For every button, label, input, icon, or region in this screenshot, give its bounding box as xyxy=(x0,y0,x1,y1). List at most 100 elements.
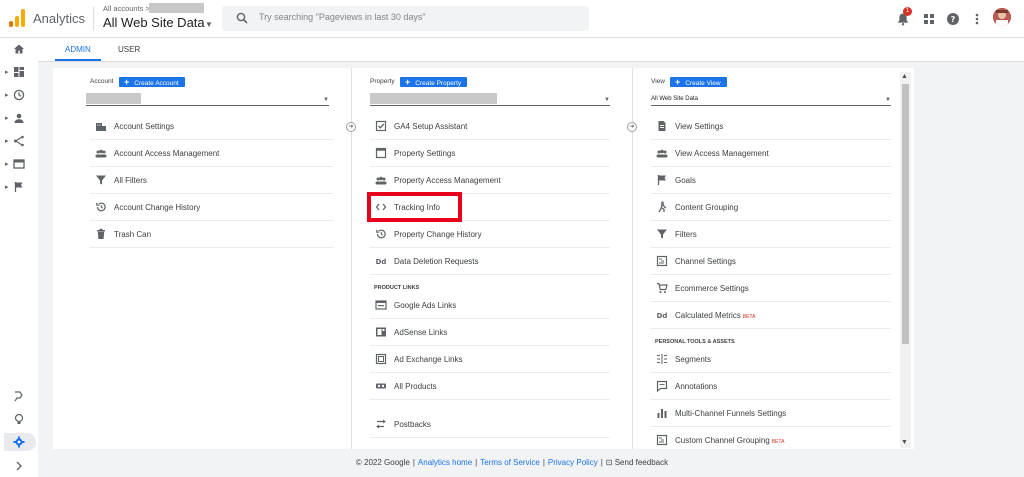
view-label: View xyxy=(651,78,665,85)
ecommerce-settings[interactable]: Ecommerce Settings xyxy=(651,275,891,302)
channel-icon xyxy=(656,255,668,267)
left-nav: ▸ ▸ ▸ ▸ ▸ ▸ xyxy=(0,38,38,477)
ad-exchange-links[interactable]: Ad Exchange Links xyxy=(370,346,610,373)
account-settings[interactable]: Account Settings xyxy=(90,113,333,140)
dropdown-arrow-icon: ▼ xyxy=(323,97,329,103)
multi-channel-funnels-settings[interactable]: Multi-Channel Funnels Settings xyxy=(651,400,891,427)
avatar[interactable] xyxy=(993,8,1011,26)
custom-channel-grouping[interactable]: Custom Channel Grouping BETA xyxy=(651,427,891,449)
trash-can[interactable]: Trash Can xyxy=(90,221,333,248)
filters-label: Filters xyxy=(675,230,697,239)
privacy-link[interactable]: Privacy Policy xyxy=(548,458,598,467)
analytics-home-link[interactable]: Analytics home xyxy=(418,458,472,467)
plus-icon: + xyxy=(405,77,411,87)
analytics-logo[interactable] xyxy=(9,9,25,27)
building-icon xyxy=(96,123,106,131)
apps-grid-icon[interactable] xyxy=(922,12,936,26)
calculated-metrics-text: Calculated Metrics xyxy=(675,311,741,320)
nav-realtime[interactable]: ▸ xyxy=(0,87,38,105)
scrollbar-thumb[interactable] xyxy=(902,84,909,344)
nav-admin[interactable] xyxy=(0,434,38,452)
property-settings-label: Property Settings xyxy=(394,149,456,158)
postbacks[interactable]: Postbacks xyxy=(370,411,610,438)
ad-exchange-links-label: Ad Exchange Links xyxy=(394,355,463,364)
person-icon xyxy=(14,113,24,123)
terms-link[interactable]: Terms of Service xyxy=(480,458,540,467)
send-feedback-link[interactable]: Send feedback xyxy=(615,458,668,467)
nav-home[interactable] xyxy=(0,41,38,59)
search-placeholder: Try searching "Pageviews in last 30 days… xyxy=(259,12,426,22)
nav-acquisition[interactable]: ▸ xyxy=(0,133,38,151)
create-property-button[interactable]: + Create Property xyxy=(400,77,468,87)
view-column: View + Create View All Web Site Data ▼ Vi… xyxy=(633,68,914,449)
nav-audience[interactable]: ▸ xyxy=(0,110,38,128)
all-filters[interactable]: All Filters xyxy=(90,167,333,194)
caret-down-icon[interactable]: ▼ xyxy=(205,20,213,29)
all-products-label: All Products xyxy=(394,382,437,391)
adsense-icon xyxy=(376,327,386,337)
account-change-history[interactable]: Account Change History xyxy=(90,194,333,221)
property-change-history[interactable]: Property Change History xyxy=(370,221,610,248)
search-icon xyxy=(236,12,248,24)
view-access-management[interactable]: View Access Management xyxy=(651,140,891,167)
avatar-image-icon xyxy=(993,8,1011,26)
expand-icon: ▸ xyxy=(5,184,9,191)
search-bar[interactable]: Try searching "Pageviews in last 30 days… xyxy=(222,6,589,31)
tab-user[interactable]: USER xyxy=(118,45,140,54)
custom-channel-grouping-label: Custom Channel Grouping BETA xyxy=(675,436,784,445)
nav-discover[interactable] xyxy=(0,411,38,429)
app-name: Analytics xyxy=(33,11,86,26)
dd-icon: Dd xyxy=(376,258,387,266)
account-access-management[interactable]: Account Access Management xyxy=(90,140,333,167)
tab-admin[interactable]: ADMIN xyxy=(65,45,91,54)
ga4-setup-assistant[interactable]: GA4 Setup Assistant xyxy=(370,113,610,140)
create-account-button[interactable]: + Create Account xyxy=(119,77,185,87)
calculated-metrics[interactable]: Dd Calculated Metrics BETA xyxy=(651,302,891,329)
nav-behavior[interactable]: ▸ xyxy=(0,156,38,174)
dashboard-icon xyxy=(14,67,24,77)
product-links-heading: PRODUCT LINKS xyxy=(374,285,420,291)
account-select[interactable]: ▼ xyxy=(86,93,329,106)
redacted-account-name xyxy=(149,3,204,13)
dd-icon: Dd xyxy=(657,312,668,320)
create-view-button[interactable]: + Create View xyxy=(670,77,727,87)
flag-icon xyxy=(14,182,23,192)
segments[interactable]: Segments xyxy=(651,346,891,373)
more-vert-icon[interactable] xyxy=(970,12,984,26)
view-settings[interactable]: View Settings xyxy=(651,113,891,140)
account-breadcrumb[interactable]: All accounts > xyxy=(103,4,150,13)
view-settings-label: View Settings xyxy=(675,122,724,131)
property-access-management[interactable]: Property Access Management xyxy=(370,167,610,194)
google-ads-links-label: Google Ads Links xyxy=(394,301,457,310)
clock-icon xyxy=(13,89,25,101)
scroll-down-icon[interactable]: ▼ xyxy=(901,439,908,446)
personal-tools-heading: PERSONAL TOOLS & ASSETS xyxy=(655,339,735,345)
home-icon xyxy=(14,44,24,54)
postbacks-label: Postbacks xyxy=(394,420,431,429)
nav-attribution[interactable] xyxy=(0,388,38,406)
goals-label: Goals xyxy=(675,176,696,185)
property-select[interactable]: ▼ xyxy=(370,93,610,106)
property-selector[interactable]: All Web Site Data xyxy=(103,15,205,30)
nav-conversions[interactable]: ▸ xyxy=(0,179,38,197)
filters[interactable]: Filters xyxy=(651,221,891,248)
content-grouping[interactable]: Content Grouping xyxy=(651,194,891,221)
all-products[interactable]: All Products xyxy=(370,373,610,400)
channel-settings[interactable]: Channel Settings xyxy=(651,248,891,275)
nav-customization[interactable]: ▸ xyxy=(0,64,38,82)
shopping-cart-icon xyxy=(657,282,668,293)
google-ads-links[interactable]: Google Ads Links xyxy=(370,292,610,319)
view-select[interactable]: All Web Site Data ▼ xyxy=(651,93,891,106)
adsense-links[interactable]: AdSense Links xyxy=(370,319,610,346)
all-filters-label: All Filters xyxy=(114,176,147,185)
data-deletion-requests[interactable]: Dd Data Deletion Requests xyxy=(370,248,610,275)
property-settings[interactable]: Property Settings xyxy=(370,140,610,167)
custom-channel-grouping-text: Custom Channel Grouping xyxy=(675,436,770,445)
dropdown-arrow-icon: ▼ xyxy=(604,97,610,103)
help-icon[interactable]: ? xyxy=(946,12,960,26)
scroll-up-icon[interactable]: ▲ xyxy=(901,73,908,80)
annotations[interactable]: Annotations xyxy=(651,373,891,400)
mcf-settings-label: Multi-Channel Funnels Settings xyxy=(675,409,787,418)
goals[interactable]: Goals xyxy=(651,167,891,194)
expand-icon: ▸ xyxy=(5,115,9,122)
